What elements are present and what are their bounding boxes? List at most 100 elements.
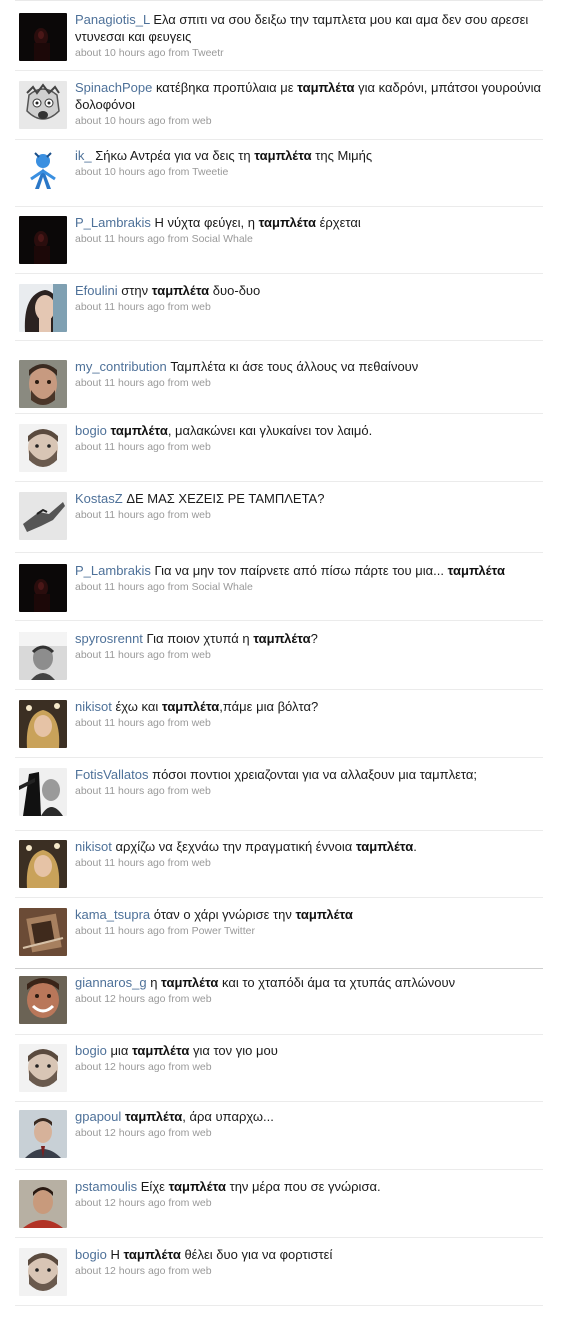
timestamp-link[interactable]: about 12 hours ago — [75, 1197, 166, 1209]
avatar[interactable] — [19, 424, 67, 472]
username-link[interactable]: FotisVallatos — [75, 767, 148, 782]
timestamp-link[interactable]: about 11 hours ago — [75, 649, 165, 661]
username-link[interactable]: kama_tsupra — [75, 907, 150, 922]
from-label: from — [168, 1127, 190, 1139]
avatar[interactable] — [19, 1248, 67, 1296]
source-link[interactable]: Social Whale — [192, 233, 253, 245]
source-link[interactable]: web — [192, 115, 211, 127]
timestamp-link[interactable]: about 11 hours ago — [75, 785, 165, 797]
avatar[interactable] — [19, 81, 67, 129]
source-link[interactable]: web — [192, 649, 211, 661]
timestamp-link[interactable]: about 11 hours ago — [75, 377, 165, 389]
from-label: from — [168, 47, 190, 59]
avatar[interactable] — [19, 216, 67, 264]
timestamp-link[interactable]: about 11 hours ago — [75, 581, 165, 593]
tweet-text: gpapoul ταμπλέτα, άρα υπαρχω... — [75, 1108, 551, 1125]
from-label: from — [167, 581, 189, 593]
source-link[interactable]: Power Twitter — [192, 925, 255, 937]
avatar[interactable] — [19, 768, 67, 816]
timestamp-link[interactable]: about 11 hours ago — [75, 233, 165, 245]
source-link[interactable]: web — [192, 441, 211, 453]
timestamp-link[interactable]: about 12 hours ago — [75, 1127, 166, 1139]
timestamp-link[interactable]: about 11 hours ago — [75, 301, 165, 313]
timestamp-link[interactable]: about 11 hours ago — [75, 441, 165, 453]
username-link[interactable]: Panagiotis_L — [75, 12, 150, 27]
avatar[interactable] — [19, 700, 67, 748]
tweet-meta: about 11 hours ago from web — [75, 785, 551, 798]
username-link[interactable]: nikisot — [75, 699, 112, 714]
from-label: from — [167, 441, 189, 453]
avatar[interactable] — [19, 564, 67, 612]
from-label: from — [168, 1197, 190, 1209]
source-link[interactable]: web — [192, 509, 211, 521]
timestamp-link[interactable]: about 11 hours ago — [75, 717, 165, 729]
tweet-divider — [15, 1305, 543, 1306]
avatar[interactable] — [19, 284, 67, 332]
tweet-divider — [15, 757, 543, 758]
tweet-text-segment: θέλει δυο για να φορτιστεί — [180, 1247, 333, 1262]
tweet-text-segment: δυο-δυο — [209, 283, 261, 298]
username-link[interactable]: P_Lambrakis — [75, 563, 151, 578]
avatar[interactable] — [19, 632, 67, 680]
timestamp-link[interactable]: about 10 hours ago — [75, 166, 166, 178]
avatar[interactable] — [19, 976, 67, 1024]
source-link[interactable]: Tweetr — [192, 47, 224, 59]
red-shirt-man-icon — [19, 1180, 67, 1228]
man-portrait-icon — [19, 360, 67, 408]
keyword-highlight: ταμπλέτα — [168, 1179, 226, 1194]
tweet-body: bogio μια ταμπλέτα για τον γιο μου about … — [75, 1042, 551, 1074]
avatar[interactable] — [19, 360, 67, 408]
username-link[interactable]: bogio — [75, 1043, 107, 1058]
timestamp-link[interactable]: about 10 hours ago — [75, 115, 166, 127]
from-label: from — [168, 1061, 190, 1073]
username-link[interactable]: Efoulini — [75, 283, 118, 298]
username-link[interactable]: KostasZ — [75, 491, 123, 506]
source-link[interactable]: web — [192, 1265, 211, 1277]
tweet-text: P_Lambrakis Η νύχτα φεύγει, η ταμπλέτα έ… — [75, 214, 551, 231]
source-link[interactable]: web — [192, 717, 211, 729]
username-link[interactable]: bogio — [75, 423, 107, 438]
username-link[interactable]: spyrosrennt — [75, 631, 143, 646]
avatar[interactable] — [19, 149, 67, 197]
tweet-text-segment: , άρα υπαρχω... — [182, 1109, 274, 1124]
avatar[interactable] — [19, 1180, 67, 1228]
source-link[interactable]: web — [192, 301, 211, 313]
username-link[interactable]: nikisot — [75, 839, 112, 854]
keyword-highlight: ταμπλέτα — [447, 563, 505, 578]
username-link[interactable]: pstamoulis — [75, 1179, 137, 1194]
tweet-text: bogio μια ταμπλέτα για τον γιο μου — [75, 1042, 551, 1059]
avatar[interactable] — [19, 492, 67, 540]
timestamp-link[interactable]: about 11 hours ago — [75, 857, 165, 869]
username-link[interactable]: gpapoul — [75, 1109, 121, 1124]
tweet-body: ik_ Σήκω Αντρέα για να δεις τη ταμπλέτα … — [75, 147, 551, 179]
source-link[interactable]: web — [192, 1061, 211, 1073]
username-link[interactable]: giannaros_g — [75, 975, 147, 990]
avatar[interactable] — [19, 840, 67, 888]
username-link[interactable]: ik_ — [75, 148, 92, 163]
avatar[interactable] — [19, 908, 67, 956]
timestamp-link[interactable]: about 10 hours ago — [75, 47, 166, 59]
source-link[interactable]: web — [192, 1197, 211, 1209]
username-link[interactable]: SpinachPope — [75, 80, 152, 95]
avatar[interactable] — [19, 1044, 67, 1092]
avatar[interactable] — [19, 1110, 67, 1158]
source-link[interactable]: web — [192, 785, 211, 797]
timestamp-link[interactable]: about 12 hours ago — [75, 1061, 166, 1073]
source-link[interactable]: web — [192, 377, 211, 389]
username-link[interactable]: my_contribution — [75, 359, 167, 374]
source-link[interactable]: Tweetie — [192, 166, 228, 178]
source-link[interactable]: web — [192, 993, 211, 1005]
timestamp-link[interactable]: about 11 hours ago — [75, 509, 165, 521]
tweet-text-segment: Είχε — [140, 1179, 169, 1194]
keyword-highlight: ταμπλέτα — [110, 423, 168, 438]
source-link[interactable]: web — [192, 1127, 211, 1139]
source-link[interactable]: web — [192, 857, 211, 869]
username-link[interactable]: P_Lambrakis — [75, 215, 151, 230]
timestamp-link[interactable]: about 12 hours ago — [75, 1265, 166, 1277]
username-link[interactable]: bogio — [75, 1247, 107, 1262]
avatar[interactable] — [19, 13, 67, 61]
timestamp-link[interactable]: about 11 hours ago — [75, 925, 165, 937]
source-link[interactable]: Social Whale — [192, 581, 253, 593]
keyword-highlight: ταμπλέτα — [151, 283, 210, 298]
timestamp-link[interactable]: about 12 hours ago — [75, 993, 166, 1005]
